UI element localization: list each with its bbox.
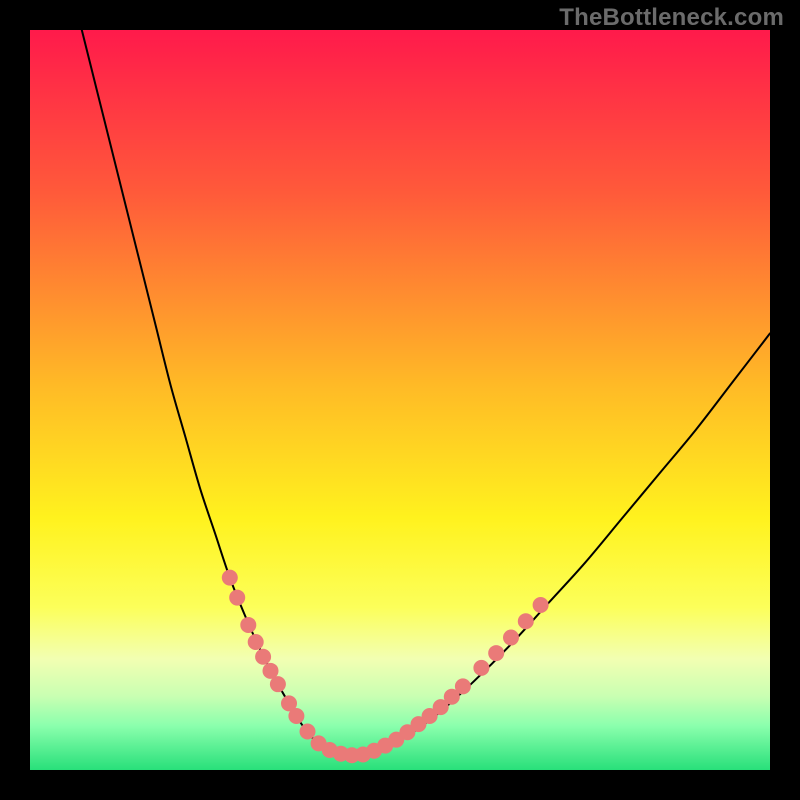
chart-svg <box>30 30 770 770</box>
curve-marker <box>240 617 256 633</box>
curve-marker <box>455 678 471 694</box>
curve-marker <box>255 649 271 665</box>
curve-marker <box>229 590 245 606</box>
chart-background <box>30 30 770 770</box>
curve-marker <box>288 708 304 724</box>
chart-frame: TheBottleneck.com <box>0 0 800 800</box>
curve-marker <box>473 660 489 676</box>
curve-marker <box>503 630 519 646</box>
curve-marker <box>270 676 286 692</box>
curve-marker <box>518 613 534 629</box>
curve-marker <box>300 724 316 740</box>
curve-marker <box>533 597 549 613</box>
chart-plot <box>30 30 770 770</box>
curve-marker <box>248 634 264 650</box>
curve-marker <box>222 570 238 586</box>
watermark-text: TheBottleneck.com <box>559 4 784 32</box>
curve-marker <box>488 645 504 661</box>
